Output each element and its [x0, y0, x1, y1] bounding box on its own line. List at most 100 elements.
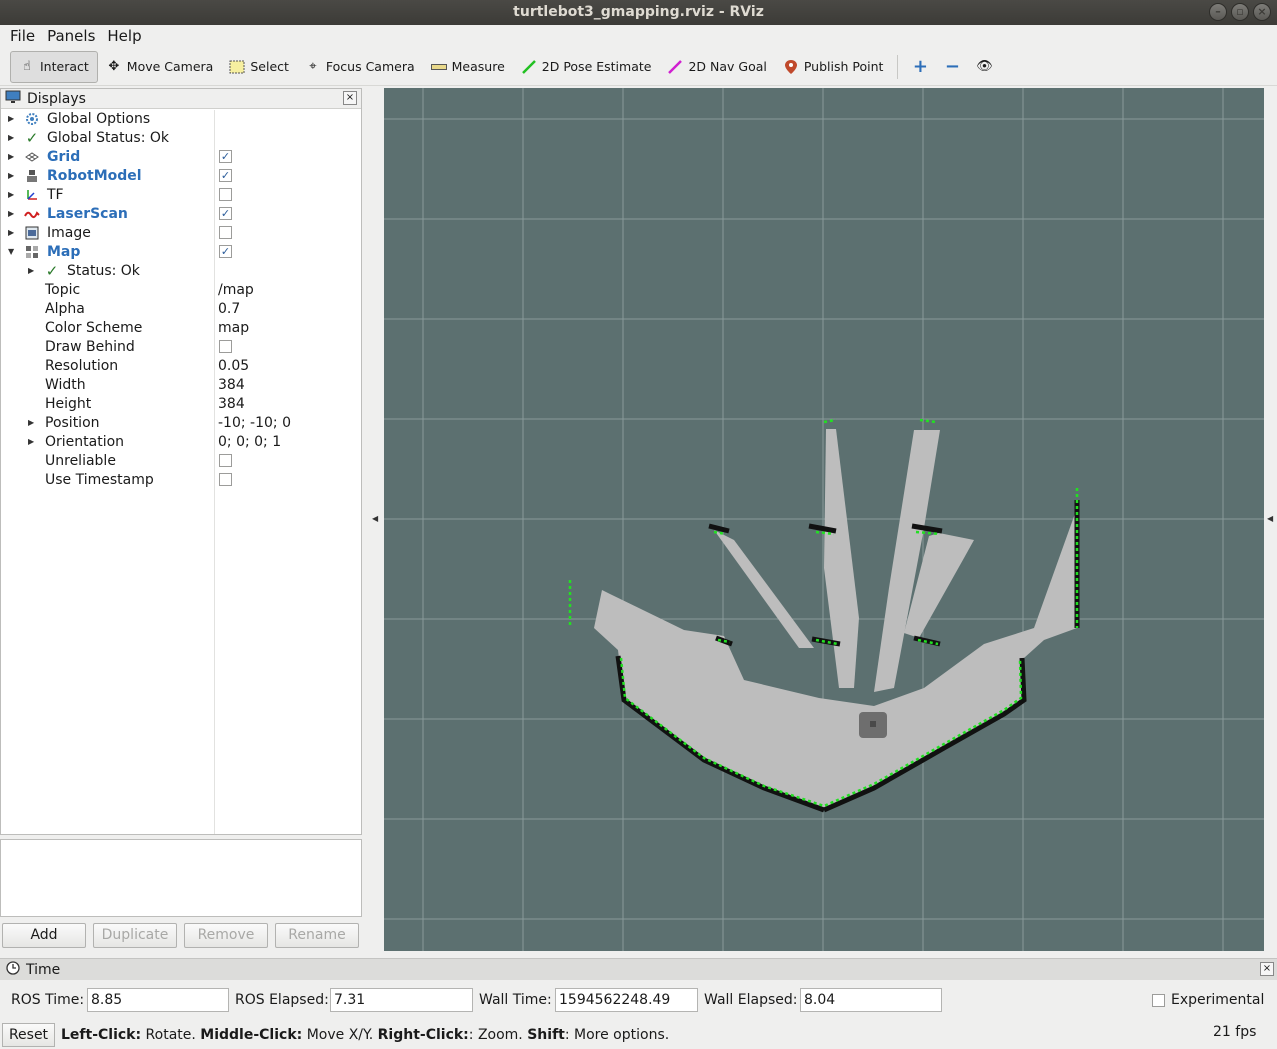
- expand-arrow-icon[interactable]: ▶: [8, 209, 18, 218]
- select-tool-button[interactable]: Select: [221, 51, 297, 83]
- laser-scan-label: LaserScan: [47, 205, 128, 222]
- collapse-right-icon[interactable]: ◀: [1267, 514, 1273, 523]
- displays-panel: Displays × ▶ Global Options ▶ ✓ Global S…: [0, 88, 362, 835]
- minimize-icon[interactable]: –: [1209, 3, 1227, 21]
- remove-button[interactable]: Remove: [184, 923, 268, 948]
- property-topic[interactable]: Topic /map: [1, 280, 361, 299]
- magenta-arrow-icon: [667, 59, 683, 75]
- pose-estimate-tool-button[interactable]: 2D Pose Estimate: [513, 51, 660, 83]
- height-value[interactable]: 384: [218, 396, 245, 412]
- right-splitter[interactable]: ◀: [1264, 88, 1277, 951]
- expand-arrow-icon[interactable]: ▶: [8, 133, 18, 142]
- pose-estimate-label: 2D Pose Estimate: [541, 59, 652, 74]
- tree-item-image[interactable]: ▶ Image: [1, 223, 361, 242]
- color-scheme-value[interactable]: map: [218, 320, 249, 336]
- move-camera-tool-button[interactable]: ✥ Move Camera: [98, 51, 222, 83]
- hand-pointer-icon: ☝: [23, 59, 31, 74]
- property-draw-behind[interactable]: Draw Behind: [1, 337, 361, 356]
- grid-label: Grid: [47, 148, 81, 165]
- unreliable-checkbox[interactable]: [219, 454, 232, 467]
- crosshair-icon: ⌖: [309, 59, 317, 74]
- topic-value[interactable]: /map: [218, 282, 254, 298]
- tree-item-global-options[interactable]: ▶ Global Options: [1, 109, 361, 128]
- window-controls: – ▫ ×: [1209, 3, 1271, 21]
- property-unreliable[interactable]: Unreliable: [1, 451, 361, 470]
- add-tool-button[interactable]: +: [904, 51, 936, 83]
- wall-elapsed-field[interactable]: 8.04: [800, 988, 942, 1012]
- close-icon[interactable]: ×: [1253, 3, 1271, 21]
- toolbar: ☝ Interact ✥ Move Camera Select ⌖ Focus …: [0, 48, 1277, 86]
- expand-arrow-icon[interactable]: ▶: [8, 228, 18, 237]
- tree-item-global-status[interactable]: ▶ ✓ Global Status: Ok: [1, 128, 361, 147]
- expand-arrow-icon[interactable]: ▶: [8, 152, 18, 161]
- left-splitter[interactable]: ◀: [366, 88, 384, 951]
- alpha-value[interactable]: 0.7: [218, 301, 240, 317]
- grid-icon: [24, 149, 40, 165]
- nav-goal-tool-button[interactable]: 2D Nav Goal: [659, 51, 774, 83]
- property-alpha[interactable]: Alpha 0.7: [1, 299, 361, 318]
- collapse-left-icon[interactable]: ◀: [372, 514, 378, 523]
- experimental-toggle[interactable]: Experimental: [1152, 992, 1264, 1008]
- collapse-arrow-icon[interactable]: ▼: [8, 247, 18, 256]
- duplicate-button[interactable]: Duplicate: [93, 923, 177, 948]
- robot-model-checkbox[interactable]: ✓: [219, 169, 232, 182]
- orientation-value[interactable]: 0; 0; 0; 1: [218, 434, 281, 450]
- property-color-scheme[interactable]: Color Scheme map: [1, 318, 361, 337]
- expand-arrow-icon[interactable]: ▶: [28, 418, 38, 427]
- menu-panels[interactable]: Panels: [41, 25, 101, 48]
- experimental-checkbox[interactable]: [1152, 993, 1165, 1007]
- property-orientation[interactable]: ▶ Orientation 0; 0; 0; 1: [1, 432, 361, 451]
- draw-behind-checkbox[interactable]: [219, 340, 232, 353]
- render-viewport[interactable]: [384, 88, 1264, 951]
- resolution-value[interactable]: 0.05: [218, 358, 249, 374]
- width-label: Width: [45, 376, 86, 393]
- robot-lidar: [870, 721, 876, 727]
- tree-item-grid[interactable]: ▶ Grid ✓: [1, 147, 361, 166]
- ros-time-field[interactable]: 8.85: [87, 988, 229, 1012]
- expand-arrow-icon[interactable]: ▶: [28, 266, 38, 275]
- nav-goal-label: 2D Nav Goal: [688, 59, 767, 74]
- reset-button[interactable]: Reset: [2, 1023, 55, 1047]
- property-height[interactable]: Height 384: [1, 394, 361, 413]
- displays-close-icon[interactable]: ×: [343, 91, 357, 105]
- expand-arrow-icon[interactable]: ▶: [8, 171, 18, 180]
- wall-time-field[interactable]: 1594562248.49: [555, 988, 698, 1012]
- ros-elapsed-field[interactable]: 7.31: [330, 988, 473, 1012]
- tree-item-map[interactable]: ▼ Map ✓: [1, 242, 361, 261]
- expand-arrow-icon[interactable]: ▶: [28, 437, 38, 446]
- free-space-region: [824, 429, 859, 688]
- menu-file[interactable]: File: [4, 25, 41, 48]
- tree-item-tf[interactable]: ▶ TF: [1, 185, 361, 204]
- add-button[interactable]: Add: [2, 923, 86, 948]
- tf-checkbox[interactable]: [219, 188, 232, 201]
- map-render-canvas[interactable]: [384, 88, 1264, 951]
- focus-camera-tool-button[interactable]: ⌖ Focus Camera: [297, 51, 423, 83]
- tree-item-map-status[interactable]: ▶ ✓ Status: Ok: [1, 261, 361, 280]
- width-value[interactable]: 384: [218, 377, 245, 393]
- publish-point-tool-button[interactable]: Publish Point: [775, 51, 892, 83]
- maximize-icon[interactable]: ▫: [1231, 3, 1249, 21]
- grid-checkbox[interactable]: ✓: [219, 150, 232, 163]
- remove-tool-button[interactable]: −: [936, 51, 968, 83]
- property-width[interactable]: Width 384: [1, 375, 361, 394]
- property-use-timestamp[interactable]: Use Timestamp: [1, 470, 361, 489]
- menu-help[interactable]: Help: [101, 25, 147, 48]
- property-position[interactable]: ▶ Position -10; -10; 0: [1, 413, 361, 432]
- tool-visibility-button[interactable]: 👁: [968, 51, 1000, 83]
- map-checkbox[interactable]: ✓: [219, 245, 232, 258]
- image-checkbox[interactable]: [219, 226, 232, 239]
- tree-item-laser-scan[interactable]: ▶ LaserScan ✓: [1, 204, 361, 223]
- measure-tool-button[interactable]: Measure: [423, 51, 513, 83]
- interact-tool-button[interactable]: ☝ Interact: [10, 50, 98, 83]
- expand-arrow-icon[interactable]: ▶: [8, 114, 18, 123]
- laser-scan-checkbox[interactable]: ✓: [219, 207, 232, 220]
- use-timestamp-checkbox[interactable]: [219, 473, 232, 486]
- expand-arrow-icon[interactable]: ▶: [8, 190, 18, 199]
- property-resolution[interactable]: Resolution 0.05: [1, 356, 361, 375]
- grid-lines: [384, 88, 1264, 951]
- tree-item-robot-model[interactable]: ▶ RobotModel ✓: [1, 166, 361, 185]
- rename-button[interactable]: Rename: [275, 923, 359, 948]
- time-panel-close-icon[interactable]: ×: [1260, 962, 1274, 976]
- position-value[interactable]: -10; -10; 0: [218, 415, 291, 431]
- map-pin-icon: [783, 59, 799, 75]
